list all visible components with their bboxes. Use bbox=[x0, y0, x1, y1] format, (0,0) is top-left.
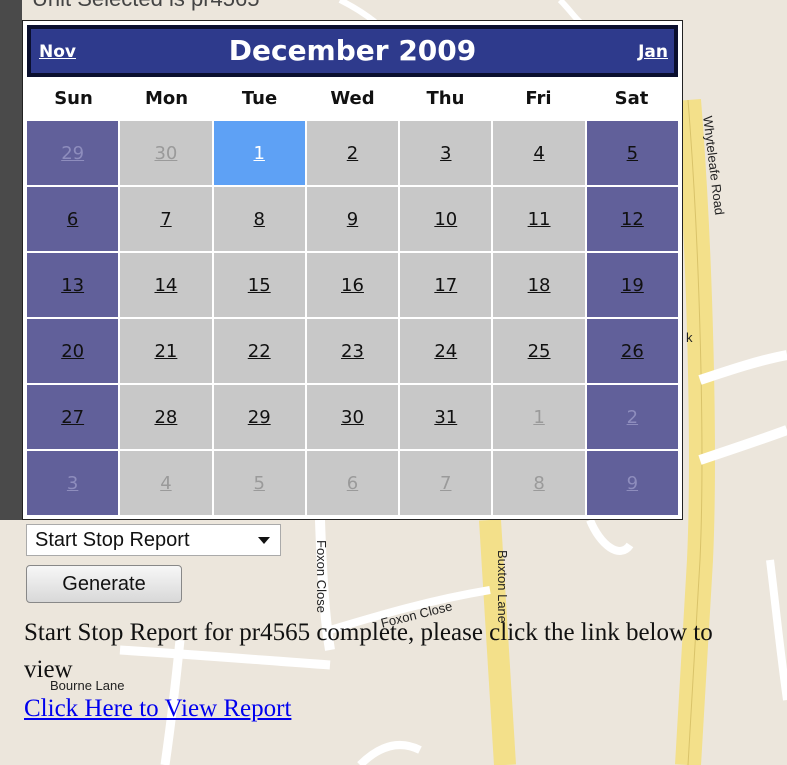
calendar-day[interactable]: 27 bbox=[27, 385, 119, 449]
weekday-label: Sun bbox=[54, 88, 93, 109]
map-label-buxton-lane: Buxton Lane bbox=[495, 550, 510, 624]
calendar-day[interactable]: 29 bbox=[27, 121, 119, 185]
calendar-day[interactable]: 24 bbox=[400, 319, 492, 383]
calendar-day[interactable]: 21 bbox=[120, 319, 212, 383]
map-label-k: k bbox=[686, 330, 693, 345]
calendar-day[interactable]: 16 bbox=[306, 253, 399, 317]
calendar-day[interactable]: 30 bbox=[306, 385, 399, 449]
report-status-message: Start Stop Report for pr4565 complete, p… bbox=[24, 619, 713, 683]
calendar-day[interactable]: 20 bbox=[27, 319, 119, 383]
calendar-day[interactable]: 26 bbox=[586, 319, 678, 383]
calendar-day[interactable]: 19 bbox=[586, 253, 678, 317]
calendar-day[interactable]: 22 bbox=[213, 319, 305, 383]
calendar-day[interactable]: 9 bbox=[586, 451, 678, 515]
report-type-select[interactable]: Start Stop Report bbox=[26, 524, 281, 556]
calendar-day[interactable]: 8 bbox=[493, 451, 585, 515]
calendar-day[interactable]: 4 bbox=[493, 121, 585, 185]
calendar-day[interactable]: 13 bbox=[27, 253, 119, 317]
calendar-day[interactable]: 17 bbox=[400, 253, 492, 317]
weekday-label: Sat bbox=[614, 88, 649, 109]
calendar-day-selected[interactable]: 1 bbox=[213, 121, 305, 185]
weekday-label: Thu bbox=[426, 88, 465, 109]
weekday-label: Fri bbox=[525, 88, 552, 109]
view-report-link[interactable]: Click Here to View Report bbox=[24, 695, 291, 723]
calendar-day[interactable]: 28 bbox=[120, 385, 212, 449]
calendar-month-title: December 2009 bbox=[228, 34, 477, 67]
weekday-label: Tue bbox=[241, 88, 278, 109]
calendar-day[interactable]: 4 bbox=[120, 451, 212, 515]
calendar-day[interactable]: 9 bbox=[306, 187, 399, 251]
calendar-day[interactable]: 18 bbox=[493, 253, 585, 317]
calendar-day[interactable]: 2 bbox=[306, 121, 399, 185]
unit-selected-text: Unit Selected is pr4565 bbox=[32, 0, 259, 12]
calendar-day[interactable]: 5 bbox=[213, 451, 305, 515]
calendar-day[interactable]: 6 bbox=[306, 451, 399, 515]
calendar-day[interactable]: 6 bbox=[27, 187, 119, 251]
calendar-header: Nov December 2009 Jan bbox=[27, 25, 678, 77]
calendar-day[interactable]: 5 bbox=[586, 121, 678, 185]
calendar-day[interactable]: 14 bbox=[120, 253, 212, 317]
calendar-day[interactable]: 2 bbox=[586, 385, 678, 449]
calendar-day[interactable]: 30 bbox=[120, 121, 212, 185]
calendar-day-grid: 29 30 1 2 3 4 5 6 7 8 9 10 11 12 13 14 1… bbox=[27, 121, 678, 515]
generate-button[interactable]: Generate bbox=[26, 565, 182, 603]
calendar-day[interactable]: 3 bbox=[400, 121, 492, 185]
calendar-day[interactable]: 7 bbox=[120, 187, 212, 251]
map-label-foxon-close-vertical: Foxon Close bbox=[314, 540, 329, 613]
weekday-label: Mon bbox=[144, 88, 189, 109]
report-type-value: Start Stop Report bbox=[35, 528, 190, 551]
next-month-link[interactable]: Jan bbox=[638, 42, 668, 62]
weekday-label: Wed bbox=[330, 88, 375, 109]
calendar-day[interactable]: 8 bbox=[213, 187, 305, 251]
calendar-day[interactable]: 11 bbox=[493, 187, 585, 251]
calendar-day[interactable]: 12 bbox=[586, 187, 678, 251]
calendar-day[interactable]: 31 bbox=[400, 385, 492, 449]
calendar-day[interactable]: 3 bbox=[27, 451, 119, 515]
calendar-day[interactable]: 7 bbox=[400, 451, 492, 515]
calendar-day[interactable]: 29 bbox=[213, 385, 305, 449]
calendar-day[interactable]: 23 bbox=[306, 319, 399, 383]
calendar-day[interactable]: 1 bbox=[493, 385, 585, 449]
dropdown-arrow-icon bbox=[258, 537, 270, 544]
weekday-header-row: Sun Mon Tue Wed Thu Fri Sat bbox=[27, 81, 678, 117]
calendar-day[interactable]: 25 bbox=[493, 319, 585, 383]
date-picker-calendar: Nov December 2009 Jan Sun Mon Tue Wed Th… bbox=[22, 20, 683, 520]
calendar-day[interactable]: 10 bbox=[400, 187, 492, 251]
calendar-day[interactable]: 15 bbox=[213, 253, 305, 317]
